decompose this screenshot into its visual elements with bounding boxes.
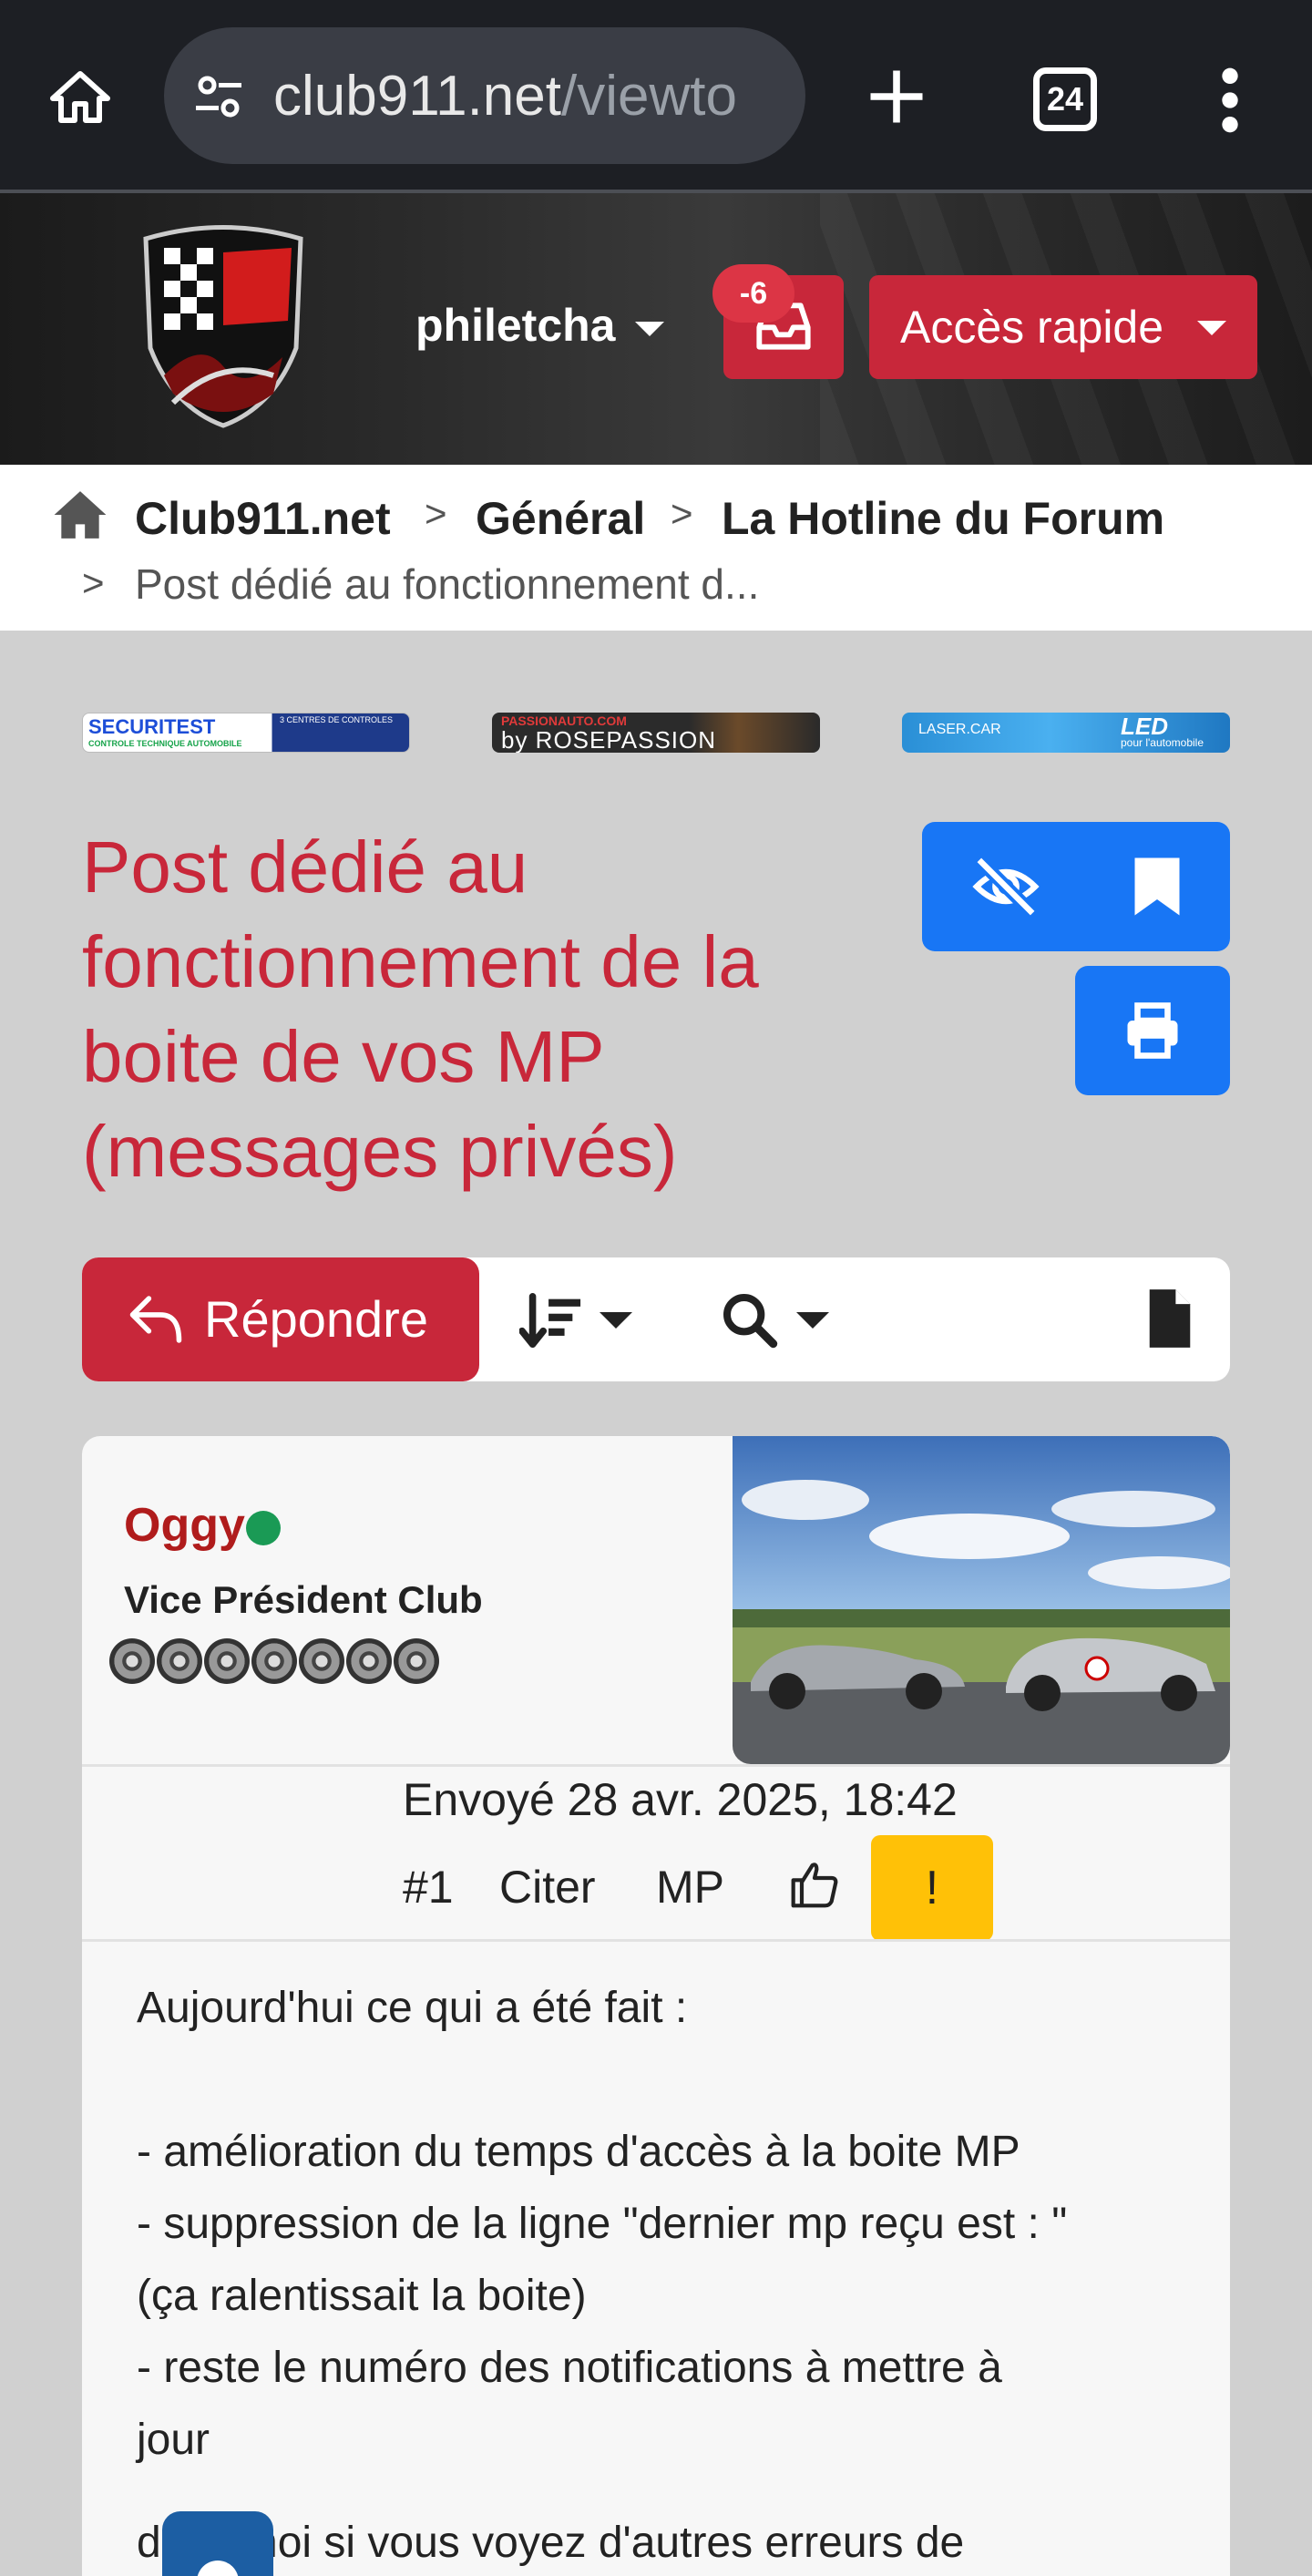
private-message-button[interactable]: MP (656, 1861, 724, 1914)
post-author-link[interactable]: Oggy (124, 1498, 245, 1553)
ad-banner-securitest[interactable]: SECURITEST CONTROLE TECHNIQUE AUTOMOBILE… (82, 713, 410, 753)
site-header: philetcha -6 Accès rapide (0, 193, 1312, 465)
home-icon[interactable] (51, 487, 109, 543)
more-vert-icon[interactable] (1212, 64, 1248, 137)
post-line: - reste le numéro des notifications à me… (137, 2344, 1002, 2392)
ad-title: SECURITEST (88, 715, 216, 738)
post-line: - suppression de la ligne "dernier mp re… (137, 2200, 1068, 2248)
new-tab-icon[interactable] (862, 62, 931, 131)
inbox-count-badge: -6 (712, 264, 794, 323)
bookmark-icon[interactable] (1132, 855, 1183, 919)
post-body: Aujourd'hui ce qui a été fait : - amélio… (137, 1972, 1194, 2576)
info-icon (197, 2561, 239, 2576)
ad-subtitle: by ROSEPASSION (501, 726, 717, 753)
breadcrumb: Club911.net > Général > La Hotline du Fo… (0, 465, 1312, 631)
print-button[interactable] (1075, 966, 1230, 1095)
wheel-icon (299, 1638, 344, 1684)
home-icon[interactable] (47, 66, 113, 131)
quote-button[interactable]: Citer (499, 1861, 596, 1914)
file-icon[interactable] (1146, 1287, 1194, 1350)
username-label: philetcha (415, 300, 616, 351)
sort-icon (519, 1292, 581, 1349)
ad-banner-passionauto[interactable]: PASSIONAUTO.COM by ROSEPASSION (492, 713, 820, 753)
ad-right-text: 3 CENTRES DE CONTROLES (280, 715, 394, 724)
url-path: /viewto (561, 65, 737, 128)
breadcrumb-separator: > (425, 492, 447, 535)
chevron-down-icon (796, 1312, 829, 1329)
post-number-link[interactable]: #1 (403, 1861, 454, 1914)
post-card: Oggy Vice Président Club Envoyé 28 avr. … (82, 1436, 1230, 2576)
wheel-icon (109, 1638, 155, 1684)
reply-arrow-icon (129, 1296, 182, 1343)
ad-subtitle: pour l'automobile (1121, 736, 1204, 749)
breadcrumb-separator: > (82, 561, 105, 604)
author-avatar-photo[interactable] (733, 1436, 1230, 1764)
ad-subtitle: CONTROLE TECHNIQUE AUTOMOBILE (88, 739, 242, 748)
wheel-icon (346, 1638, 392, 1684)
post-date: Envoyé 28 avr. 2025, 18:42 (403, 1774, 958, 1825)
ad-left-text: LASER.CAR (918, 722, 1001, 737)
breadcrumb-current: Post dédié au fonctionnement d... (135, 560, 760, 608)
post-divider (82, 1764, 1230, 1767)
quick-access-label: Accès rapide (900, 302, 1164, 353)
site-settings-icon[interactable] (191, 69, 246, 124)
topic-title: Post dédié au fonctionnement de la boite… (82, 826, 759, 1192)
search-dropdown[interactable] (720, 1288, 847, 1352)
reply-label: Répondre (204, 1290, 428, 1348)
online-status-icon (246, 1511, 281, 1545)
wheel-icon (394, 1638, 439, 1684)
post-divider (82, 1939, 1230, 1942)
report-button[interactable]: ! (871, 1835, 993, 1941)
wheel-icon (204, 1638, 250, 1684)
quick-access-button[interactable]: Accès rapide (869, 275, 1257, 379)
url-domain: club911.net (273, 65, 561, 128)
info-floating-button[interactable] (162, 2511, 273, 2576)
topic-tools-group (922, 822, 1230, 951)
breadcrumb-home-link[interactable]: Club911.net (135, 492, 391, 545)
breadcrumb-hotline-link[interactable]: La Hotline du Forum (722, 492, 1164, 545)
rank-wheels (109, 1638, 439, 1689)
chevron-down-icon (1197, 321, 1226, 335)
ad-banner-lasercar[interactable]: LASER.CAR LED pour l'automobile (902, 713, 1230, 753)
reply-button[interactable]: Répondre (82, 1257, 479, 1381)
post-line: - amélioration du temps d'accès à la boi… (137, 2128, 1020, 2176)
post-line: (ça ralentissait la boite) (137, 2272, 587, 2320)
breadcrumb-separator: > (671, 492, 693, 535)
eye-slash-icon[interactable] (971, 855, 1040, 919)
club911-logo[interactable] (137, 221, 310, 430)
print-icon (1127, 1002, 1178, 1059)
breadcrumb-general-link[interactable]: Général (476, 492, 645, 545)
user-menu[interactable]: philetcha (415, 299, 665, 352)
post-line: Aujourd'hui ce qui a été fait : (137, 1984, 688, 2032)
post-line: dites moi si vous voyez d'autres erreurs… (137, 2519, 965, 2567)
sort-dropdown[interactable] (519, 1288, 647, 1352)
chevron-down-icon (600, 1312, 632, 1329)
address-bar[interactable]: club911.net/viewto (164, 27, 805, 164)
wheel-icon (251, 1638, 297, 1684)
author-rank: Vice Président Club (124, 1578, 483, 1621)
chevron-down-icon (635, 321, 665, 336)
search-icon (723, 1294, 778, 1349)
post-line: jour (137, 2416, 210, 2464)
topic-action-bar: Répondre (82, 1257, 1230, 1381)
browser-toolbar: club911.net/viewto 24 (0, 0, 1312, 193)
url-text: club911.net/viewto (273, 64, 737, 128)
thumbs-up-icon[interactable] (789, 1859, 840, 1910)
tab-switcher-button[interactable]: 24 (1033, 67, 1097, 131)
wheel-icon (157, 1638, 202, 1684)
